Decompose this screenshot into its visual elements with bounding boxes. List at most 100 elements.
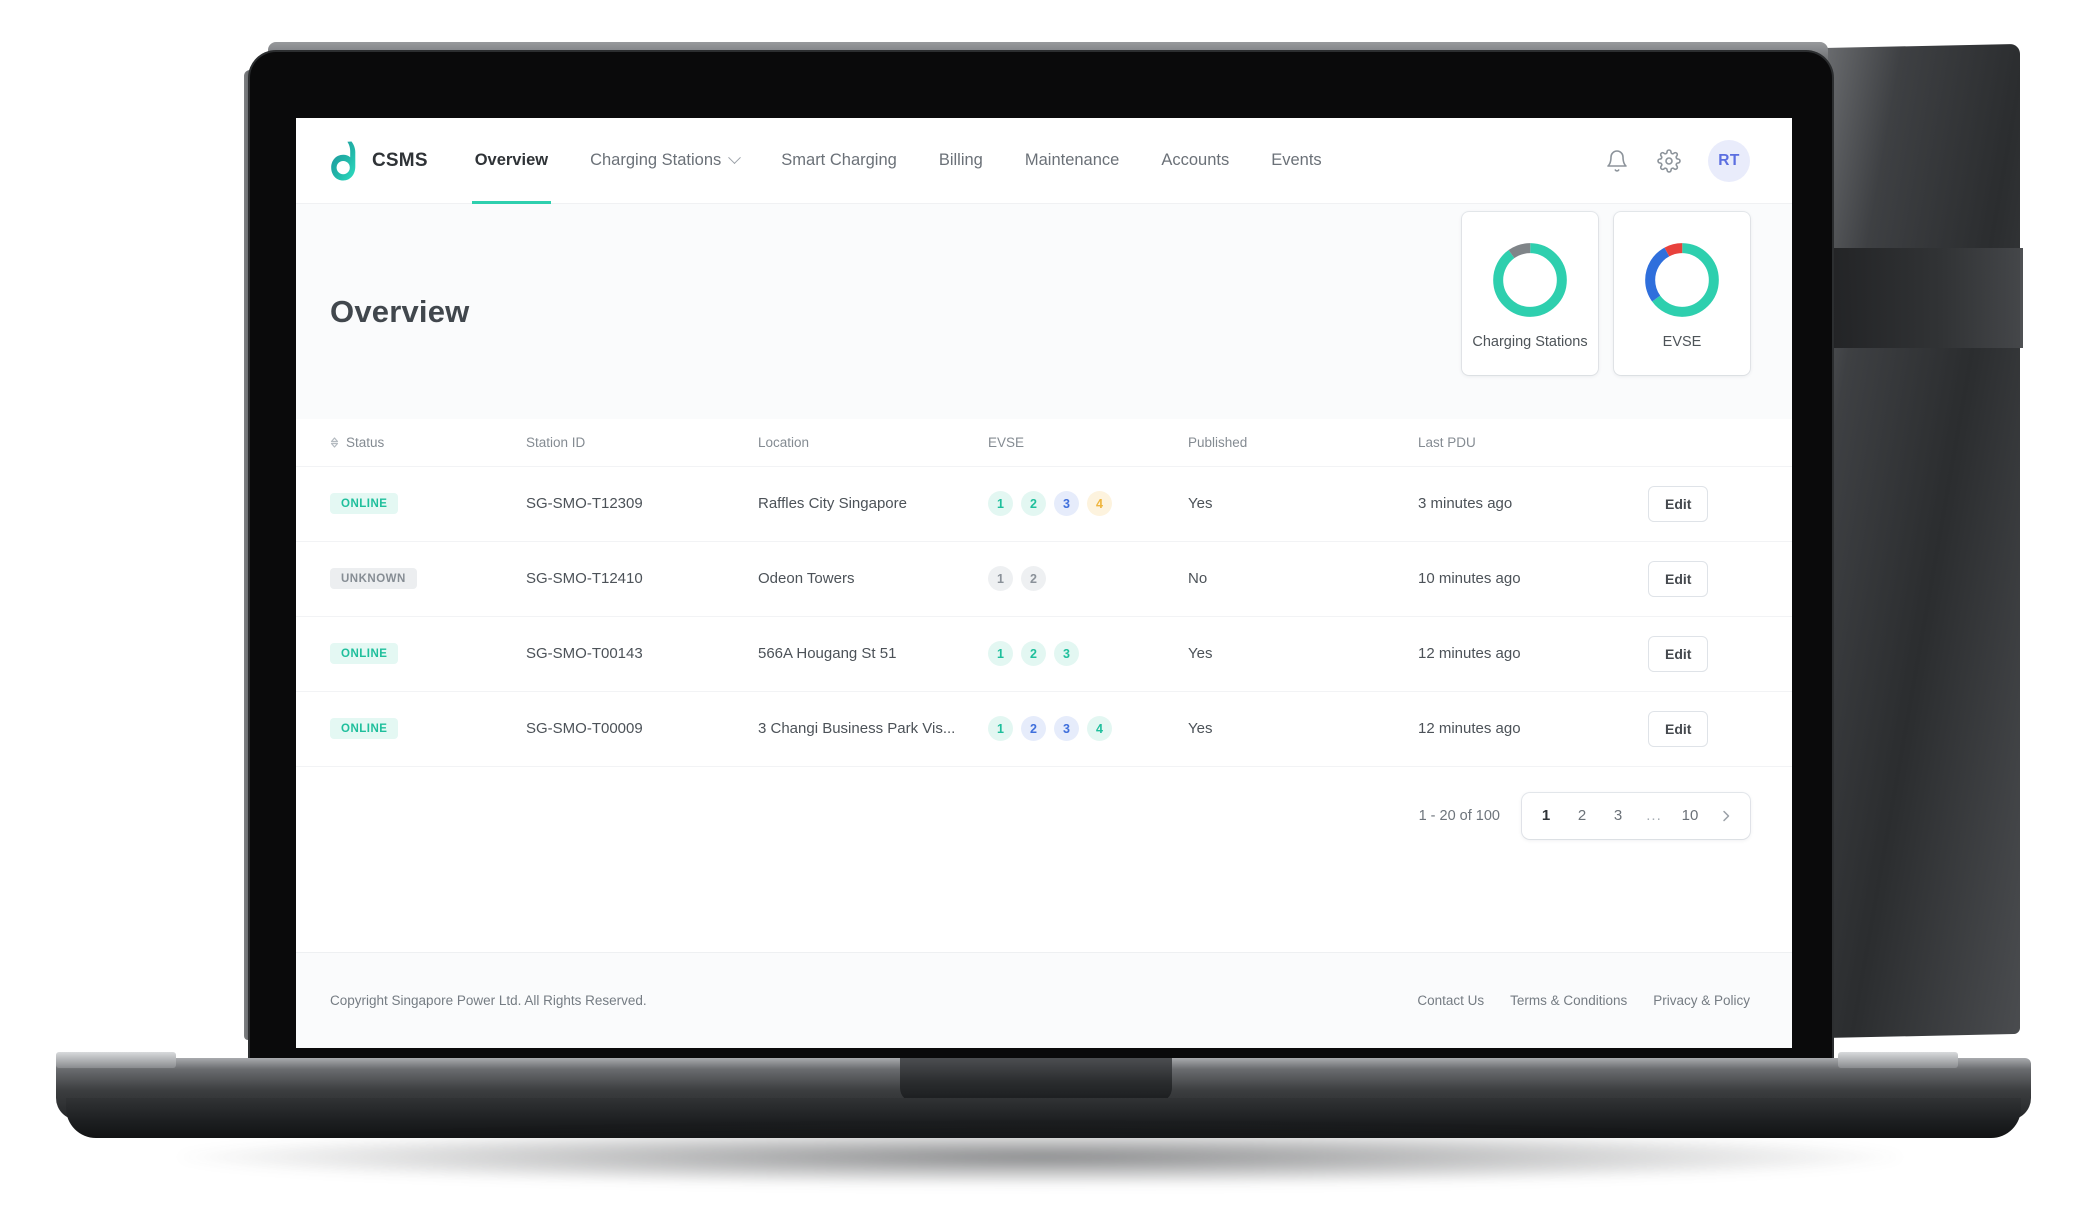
nav-item-events[interactable]: Events [1250,118,1342,204]
column-header-evse[interactable]: EVSE [988,419,1188,467]
laptop-deck-notch [900,1058,1172,1102]
cell-last-pdu: 12 minutes ago [1418,691,1648,767]
laptop-foot-left [56,1052,176,1068]
evse-chip[interactable]: 2 [1021,566,1046,592]
evse-chip[interactable]: 4 [1087,491,1112,517]
column-header-status-label: Status [346,435,385,450]
nav-item-billing[interactable]: Billing [918,118,1004,204]
footer-link-contact-us[interactable]: Contact Us [1417,993,1484,1008]
cell-actions: Edit [1648,466,1792,542]
stat-cards-group: Charging Stations EVSE [1462,212,1750,375]
column-header-station-id[interactable]: Station ID [526,419,758,467]
pagination-page-2[interactable]: 2 [1564,797,1600,835]
column-header-published[interactable]: Published [1188,419,1418,467]
sort-icon [330,436,339,451]
edit-button[interactable]: Edit [1648,485,1709,522]
evse-chip[interactable]: 3 [1054,641,1079,667]
gear-icon[interactable] [1656,148,1682,174]
evse-chip-list: 1 2 3 [988,641,1188,667]
cell-status: ONLINE [296,691,526,767]
top-navigation-bar: CSMS Overview Charging Stations Smart Ch… [296,118,1792,204]
column-header-last-pdu-label: Last PDU [1418,435,1476,451]
evse-chip[interactable]: 4 [1087,716,1112,742]
evse-chip-list: 1 2 [988,566,1188,592]
table-row[interactable]: ONLINE SG-SMO-T00143 566A Hougang St 51 … [296,616,1792,692]
footer-link-privacy-policy[interactable]: Privacy & Policy [1653,993,1750,1008]
nav-item-accounts[interactable]: Accounts [1140,118,1250,204]
evse-donut-chart [1640,238,1724,322]
column-header-location[interactable]: Location [758,419,988,467]
nav-item-charging-stations[interactable]: Charging Stations [569,118,760,204]
evse-chip[interactable]: 1 [988,716,1013,742]
nav-item-overview-label: Overview [474,151,549,169]
stat-card-charging-stations[interactable]: Charging Stations [1462,212,1598,375]
avatar-initials: RT [1718,151,1740,169]
evse-chip[interactable]: 2 [1021,491,1046,517]
evse-chip[interactable]: 1 [988,566,1013,592]
laptop-mockup-frame: CSMS Overview Charging Stations Smart Ch… [0,0,2083,1210]
cell-location: 3 Changi Business Park Vis... [758,691,988,767]
cell-published: No [1188,541,1418,617]
evse-chip-list: 1 2 3 4 [988,491,1188,517]
stat-card-evse-label: EVSE [1662,333,1702,350]
nav-item-maintenance[interactable]: Maintenance [1004,118,1140,204]
stations-table: Status Station ID Location EVSE Publishe… [296,419,1792,767]
edit-button[interactable]: Edit [1648,560,1709,597]
edit-button[interactable]: Edit [1648,710,1709,747]
table-row[interactable]: UNKNOWN SG-SMO-T12410 Odeon Towers 1 2 N… [296,541,1792,617]
column-header-actions [1648,419,1792,467]
status-badge: UNKNOWN [330,568,417,590]
evse-chip[interactable]: 3 [1054,716,1079,742]
table-row[interactable]: ONLINE SG-SMO-T00009 3 Changi Business P… [296,691,1792,767]
stat-card-evse[interactable]: EVSE [1614,212,1750,375]
laptop-foot-right [1838,1052,1958,1068]
edit-button[interactable]: Edit [1648,635,1709,672]
column-header-last-pdu[interactable]: Last PDU [1418,419,1648,467]
status-badge: ONLINE [330,493,399,515]
pagination-bar: 1 - 20 of 100 1 2 3 ... 10 [296,766,1792,869]
cell-status: UNKNOWN [296,541,526,617]
csms-application: CSMS Overview Charging Stations Smart Ch… [296,118,1792,1048]
column-header-status[interactable]: Status [296,419,526,467]
evse-chip[interactable]: 1 [988,491,1013,517]
column-header-station-id-label: Station ID [526,435,586,451]
avatar[interactable]: RT [1708,139,1750,182]
nav-item-smart-charging[interactable]: Smart Charging [760,118,918,204]
nav-item-smart-charging-label: Smart Charging [781,151,897,169]
brand-logo-group[interactable]: CSMS [330,140,428,182]
droplet-d-logo-icon [330,140,360,182]
column-header-evse-label: EVSE [988,435,1025,451]
cell-evse: 1 2 3 4 [988,466,1188,542]
cell-location: Raffles City Singapore [758,466,988,542]
evse-chip[interactable]: 1 [988,641,1013,667]
nav-item-overview[interactable]: Overview [454,118,569,204]
column-header-location-label: Location [758,435,810,451]
column-header-published-label: Published [1188,435,1248,451]
cell-evse: 1 2 3 4 [988,691,1188,767]
pagination-page-1[interactable]: 1 [1528,797,1564,835]
cell-status: ONLINE [296,616,526,692]
evse-chip[interactable]: 2 [1021,641,1046,667]
cell-published: Yes [1188,466,1418,542]
brand-name-label: CSMS [372,149,428,171]
stations-table-head: Status Station ID Location EVSE Publishe… [296,419,1792,467]
chevron-down-icon [728,151,742,165]
nav-item-charging-stations-label: Charging Stations [590,151,722,169]
cell-actions: Edit [1648,616,1792,692]
evse-chip[interactable]: 3 [1054,491,1079,517]
cell-last-pdu: 3 minutes ago [1418,466,1648,542]
donut-segment-online [1493,242,1567,317]
footer-link-terms-conditions[interactable]: Terms & Conditions [1510,993,1627,1008]
pagination-page-3[interactable]: 3 [1600,797,1636,835]
laptop-drop-shadow [180,1128,1900,1186]
evse-chip[interactable]: 2 [1021,716,1046,742]
bell-icon[interactable] [1604,148,1630,174]
chevron-right-icon[interactable] [1708,797,1744,835]
evse-chip-list: 1 2 3 4 [988,716,1188,742]
laptop-lid-back-strip [1818,248,2023,348]
pagination-page-10[interactable]: 10 [1672,797,1708,835]
table-row[interactable]: ONLINE SG-SMO-T12309 Raffles City Singap… [296,466,1792,542]
cell-station-id: SG-SMO-T00143 [526,616,758,692]
nav-item-events-label: Events [1271,151,1322,169]
cell-station-id: SG-SMO-T12309 [526,466,758,542]
